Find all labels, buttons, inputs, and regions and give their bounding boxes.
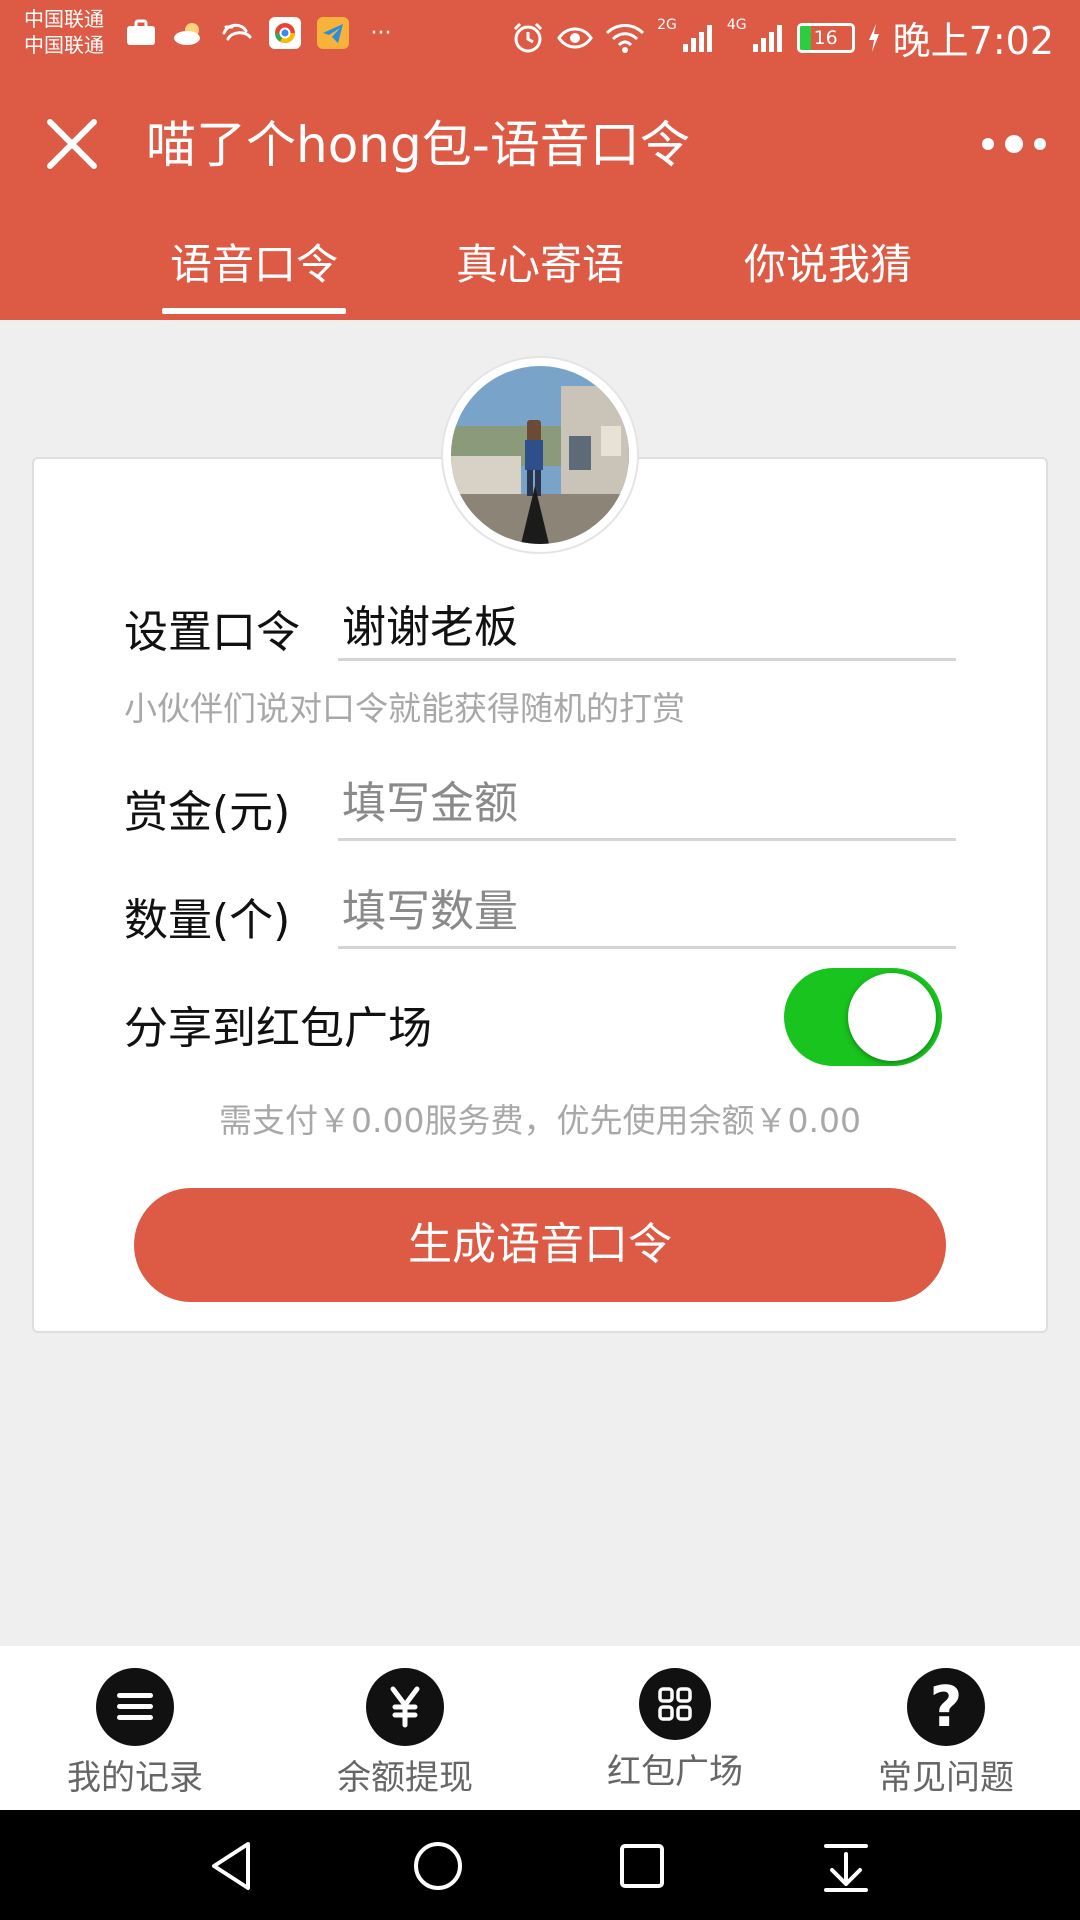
weather-icon <box>172 16 206 50</box>
wifi-icon <box>605 13 645 63</box>
tab-heartfelt-message[interactable]: 真心寄语 <box>456 228 624 316</box>
nav-item-red-packet-square[interactable]: 红包广场 <box>565 1668 785 1793</box>
page-title: 喵了个hong包-语音口令 <box>146 116 690 174</box>
generate-voice-command-button[interactable]: 生成语音口令 <box>134 1188 946 1302</box>
system-nav-bar <box>0 1810 1080 1920</box>
grid-icon <box>639 1668 711 1740</box>
nav-item-withdraw[interactable]: 余额提现 <box>295 1668 515 1799</box>
question-icon: ? <box>907 1668 985 1746</box>
more-dot-icon <box>1034 138 1046 150</box>
pulldown-icon <box>824 1844 868 1892</box>
notification-icons: ··· <box>124 16 398 50</box>
carrier-2: 中国联通 <box>24 33 104 57</box>
close-icon <box>47 119 97 169</box>
nav-item-label: 红包广场 <box>607 1752 743 1792</box>
nav-item-label: 常见问题 <box>878 1758 1014 1798</box>
tab-voice-command[interactable]: 语音口令 <box>161 228 347 316</box>
nav-item-label: 余额提现 <box>337 1758 473 1798</box>
nav-item-label: 我的记录 <box>67 1758 203 1798</box>
system-indicators: 2G 4G 16 晚上7:02 <box>511 10 1054 65</box>
command-input[interactable] <box>338 588 956 658</box>
fee-note: 需支付￥0.00服务费，优先使用余额￥0.00 <box>219 1101 861 1140</box>
nav-item-my-records[interactable]: 我的记录 <box>25 1668 245 1799</box>
share-toggle[interactable] <box>784 968 942 1066</box>
battery-icon: 16 <box>796 22 855 53</box>
signal-icon <box>681 13 715 63</box>
command-field <box>338 588 956 661</box>
yen-icon <box>366 1668 444 1746</box>
signal-icon <box>751 13 785 63</box>
briefcase-icon <box>124 16 158 50</box>
battery-level: 16 <box>813 26 838 49</box>
more-options-button[interactable] <box>982 124 1046 164</box>
amount-field <box>338 768 956 841</box>
list-icon <box>96 1668 174 1746</box>
back-triangle-icon <box>212 1842 250 1890</box>
title-bar: 喵了个hong包-语音口令 <box>0 72 1080 220</box>
notification-pulldown-button[interactable] <box>812 1832 880 1900</box>
more-dot-icon <box>1005 135 1023 153</box>
clock: 晚上7:02 <box>892 19 1054 63</box>
telegram-app-icon <box>316 16 350 50</box>
quantity-label: 数量(个) <box>124 895 291 946</box>
amount-input[interactable] <box>338 768 956 838</box>
network-type-2: 4G <box>726 17 747 33</box>
chrome-app-icon <box>268 16 302 50</box>
recents-button[interactable] <box>608 1832 676 1900</box>
command-hint: 小伙伴们说对口令就能获得随机的打赏 <box>124 689 685 728</box>
amount-label: 赏金(元) <box>124 787 291 838</box>
carrier-info: 中国联通 中国联通 <box>24 6 104 58</box>
tab-bar: 语音口令 真心寄语 你说我猜 <box>0 220 1080 320</box>
avatar <box>441 356 639 554</box>
nav-item-faq[interactable]: ? 常见问题 <box>836 1668 1056 1799</box>
recents-square-icon <box>620 1844 664 1888</box>
avatar-image <box>451 366 629 544</box>
quantity-field <box>338 876 956 949</box>
alarm-icon <box>511 13 545 63</box>
share-label: 分享到红包广场 <box>124 1003 432 1054</box>
tab-guess-game[interactable]: 你说我猜 <box>744 228 912 316</box>
home-circle-icon <box>414 1842 462 1890</box>
swirl-icon <box>220 16 254 50</box>
toggle-knob <box>848 973 936 1061</box>
quantity-input[interactable] <box>338 876 956 946</box>
network-type-1: 2G <box>657 17 677 33</box>
charging-icon <box>867 13 881 63</box>
command-label: 设置口令 <box>124 607 300 658</box>
status-bar: 中国联通 中国联通 ··· 2G 4G 16 晚上7:02 <box>0 0 1080 72</box>
eye-icon <box>557 13 593 63</box>
carrier-1: 中国联通 <box>24 7 104 31</box>
home-button[interactable] <box>404 1832 472 1900</box>
bottom-nav: 我的记录 余额提现 红包广场 ? 常见问题 <box>0 1646 1080 1810</box>
more-notifications: ··· <box>370 20 392 46</box>
close-button[interactable] <box>40 112 104 176</box>
back-button[interactable] <box>198 1832 266 1900</box>
more-dot-icon <box>982 138 994 150</box>
